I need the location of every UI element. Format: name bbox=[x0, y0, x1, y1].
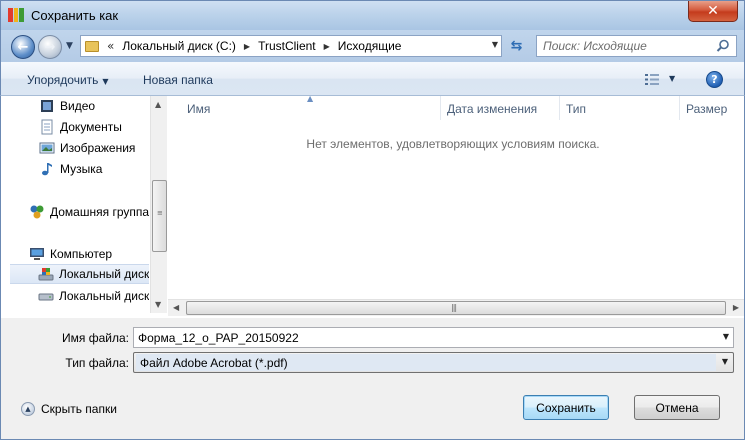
address-dropdown-icon[interactable]: ▼ bbox=[492, 40, 498, 49]
nav-item-label: Музыка bbox=[60, 162, 103, 176]
scroll-left-icon[interactable]: ◀ bbox=[173, 303, 179, 312]
history-dropdown-icon[interactable]: ▼ bbox=[66, 41, 73, 51]
folder-icon bbox=[85, 40, 99, 52]
grip-icon: ≡ bbox=[157, 209, 163, 217]
arrow-right-icon: → bbox=[44, 39, 56, 55]
horizontal-scrollbar[interactable]: ◀ ||| ▶ bbox=[168, 299, 744, 316]
column-name[interactable]: Имя bbox=[187, 102, 210, 116]
nav-item-label: Изображения bbox=[60, 141, 136, 155]
nav-item-music[interactable]: Музыка bbox=[1, 159, 149, 179]
chevron-up-icon: ▲ bbox=[21, 402, 35, 416]
nav-item-label: Домашняя группа bbox=[50, 205, 149, 219]
forward-button[interactable]: → bbox=[38, 35, 62, 59]
chevron-down-icon: ▼ bbox=[102, 77, 109, 86]
app-icon bbox=[8, 8, 25, 22]
new-folder-button[interactable]: Новая папка bbox=[143, 73, 213, 87]
horizontal-scroll-thumb[interactable]: ||| bbox=[186, 301, 726, 315]
address-row: ← → ▼ « Локальный диск (C:) ▶ TrustClien… bbox=[0, 30, 745, 62]
close-icon: ✕ bbox=[707, 3, 719, 19]
nav-item-label: Локальный диск bbox=[59, 267, 149, 281]
column-size[interactable]: Размер bbox=[686, 102, 727, 116]
filename-label: Имя файла: bbox=[62, 331, 129, 345]
column-divider[interactable] bbox=[440, 96, 441, 120]
nav-item-local-disk-c[interactable]: Локальный диск bbox=[10, 264, 149, 284]
nav-item-local-disk-2[interactable]: Локальный диск bbox=[1, 286, 149, 306]
help-icon[interactable]: ? bbox=[706, 71, 723, 88]
overflow-chevron-icon[interactable]: « bbox=[107, 39, 114, 53]
filename-field[interactable]: Форма_12_о_PAP_20150922 ▼ bbox=[133, 327, 734, 348]
computer-icon bbox=[30, 248, 44, 260]
documents-library-icon bbox=[41, 119, 53, 135]
filetype-label: Тип файла: bbox=[65, 356, 129, 370]
command-toolbar: Упорядочить ▼ Новая папка ▼ ? bbox=[0, 62, 745, 96]
drive-icon bbox=[38, 293, 54, 301]
breadcrumb-arrow-icon[interactable]: ▶ bbox=[324, 42, 330, 51]
close-button[interactable]: ✕ bbox=[688, 1, 738, 22]
search-icon[interactable] bbox=[716, 39, 730, 53]
breadcrumb-outgoing[interactable]: Исходящие bbox=[338, 39, 402, 53]
column-divider[interactable] bbox=[559, 96, 560, 120]
scroll-down-icon[interactable]: ▼ bbox=[155, 300, 161, 309]
navigation-pane: Видео Документы Изображения Музыка Домаш… bbox=[1, 96, 149, 313]
video-library-icon bbox=[41, 100, 53, 112]
sort-ascending-icon: ▲ bbox=[307, 96, 314, 103]
back-button[interactable]: ← bbox=[11, 35, 35, 59]
address-bar[interactable]: « Локальный диск (C:) ▶ TrustClient ▶ Ис… bbox=[80, 35, 502, 57]
hide-folders-toggle[interactable]: ▲ Скрыть папки bbox=[21, 402, 117, 416]
nav-scroll-thumb[interactable]: ≡ bbox=[152, 180, 167, 252]
organize-label: Упорядочить bbox=[27, 73, 99, 87]
grip-icon: ||| bbox=[451, 303, 457, 312]
search-input[interactable] bbox=[543, 37, 713, 55]
nav-scrollbar[interactable]: ▲ ≡ ▼ bbox=[150, 96, 167, 313]
search-box[interactable] bbox=[536, 35, 737, 57]
hide-folders-label: Скрыть папки bbox=[41, 402, 117, 416]
scroll-right-icon[interactable]: ▶ bbox=[733, 303, 739, 312]
cancel-button[interactable]: Отмена bbox=[634, 395, 720, 420]
nav-item-documents[interactable]: Документы bbox=[1, 117, 149, 137]
nav-item-video[interactable]: Видео bbox=[1, 96, 149, 116]
save-form: Имя файла: Форма_12_о_PAP_20150922 ▼ Тип… bbox=[0, 318, 745, 440]
breadcrumb-trustclient[interactable]: TrustClient bbox=[258, 39, 316, 53]
nav-item-label: Локальный диск bbox=[59, 289, 149, 303]
scroll-up-icon[interactable]: ▲ bbox=[155, 100, 161, 109]
homegroup-icon bbox=[30, 205, 44, 219]
nav-item-homegroup[interactable]: Домашняя группа bbox=[1, 202, 149, 222]
nav-item-label: Документы bbox=[60, 120, 122, 134]
breadcrumb-arrow-icon[interactable]: ▶ bbox=[244, 42, 250, 51]
title-bar: Сохранить как ✕ bbox=[0, 0, 745, 30]
save-button[interactable]: Сохранить bbox=[523, 395, 609, 420]
chevron-down-icon[interactable]: ▼ bbox=[722, 357, 728, 366]
system-drive-icon bbox=[38, 268, 54, 281]
nav-item-label: Видео bbox=[60, 99, 96, 113]
empty-message: Нет элементов, удовлетворяющих условиям … bbox=[306, 137, 600, 151]
refresh-icon: ⇆ bbox=[510, 38, 523, 54]
nav-item-label: Компьютер bbox=[50, 247, 113, 261]
music-library-icon bbox=[42, 163, 52, 176]
views-dropdown-icon[interactable]: ▼ bbox=[669, 74, 675, 83]
filetype-value: Файл Adobe Acrobat (*.pdf) bbox=[140, 355, 288, 370]
browser-area: Видео Документы Изображения Музыка Домаш… bbox=[0, 96, 745, 318]
pictures-library-icon bbox=[39, 142, 55, 154]
filetype-select[interactable]: Файл Adobe Acrobat (*.pdf) ▼ bbox=[133, 352, 734, 373]
column-header-row: ▲ Имя Дата изменения Тип Размер bbox=[168, 96, 744, 120]
view-options-icon[interactable] bbox=[645, 74, 659, 85]
breadcrumb-drive[interactable]: Локальный диск (C:) bbox=[122, 39, 236, 53]
organize-button[interactable]: Упорядочить ▼ bbox=[27, 73, 109, 87]
arrow-left-icon: ← bbox=[17, 39, 29, 55]
column-type[interactable]: Тип bbox=[566, 102, 586, 116]
column-divider[interactable] bbox=[679, 96, 680, 120]
chevron-down-icon[interactable]: ▼ bbox=[723, 332, 729, 341]
file-list[interactable]: ▲ Имя Дата изменения Тип Размер Нет элем… bbox=[168, 96, 744, 300]
refresh-button[interactable]: ⇆ bbox=[504, 35, 529, 57]
nav-item-pictures[interactable]: Изображения bbox=[1, 138, 149, 158]
column-date-modified[interactable]: Дата изменения bbox=[447, 102, 537, 116]
filename-value[interactable]: Форма_12_о_PAP_20150922 bbox=[138, 331, 299, 345]
window-title: Сохранить как bbox=[31, 8, 119, 23]
filetype-selected: Файл Adobe Acrobat (*.pdf) bbox=[136, 354, 716, 371]
nav-item-computer[interactable]: Компьютер bbox=[1, 244, 149, 264]
